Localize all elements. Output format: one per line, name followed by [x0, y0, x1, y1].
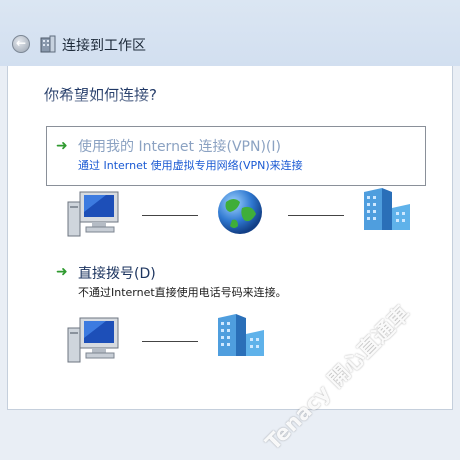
connection-line — [288, 215, 344, 216]
connection-wizard-icon — [40, 35, 56, 53]
back-arrow-icon: ← — [15, 36, 27, 50]
option-vpn-button[interactable] — [46, 126, 426, 186]
computer-icon — [67, 191, 119, 237]
question-heading: 你希望如何连接? — [44, 86, 157, 104]
green-arrow-icon: ➜ — [56, 138, 68, 154]
title-bar — [0, 0, 460, 66]
connection-line — [142, 341, 198, 342]
option-vpn-description: 通过 Internet 使用虚拟专用网络(VPN)来连接 — [78, 159, 303, 172]
office-building-icon — [218, 314, 264, 356]
connection-line — [142, 215, 198, 216]
globe-icon — [218, 190, 262, 234]
option-dialup-title[interactable]: 直接拨号(D) — [78, 263, 156, 283]
option-vpn-title[interactable]: 使用我的 Internet 连接(VPN)(I) — [78, 136, 281, 156]
option-dialup-description: 不通过Internet直接使用电话号码来连接。 — [78, 286, 287, 299]
green-arrow-icon: ➜ — [56, 264, 68, 280]
window-title: 连接到工作区 — [62, 38, 146, 54]
office-building-icon — [364, 188, 410, 230]
back-button[interactable]: ← — [12, 35, 30, 53]
computer-icon — [67, 317, 119, 363]
